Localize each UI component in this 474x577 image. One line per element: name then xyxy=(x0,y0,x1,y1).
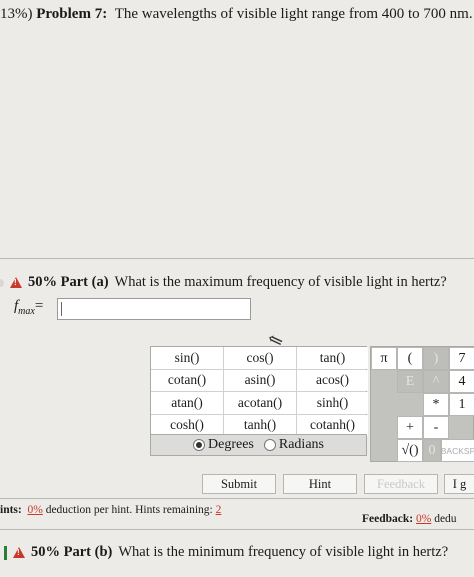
atan-button[interactable]: atan() xyxy=(151,392,223,414)
feedback-button[interactable]: Feedback xyxy=(364,474,438,494)
minus-key[interactable]: - xyxy=(423,416,449,439)
acos-button[interactable]: acos() xyxy=(297,369,368,391)
problem-title: 13%) Problem 7: The wavelengths of visib… xyxy=(0,6,473,23)
divider xyxy=(0,258,474,259)
problem-weight: 13%) xyxy=(0,6,33,22)
hints-text: deduction per hint. Hints remaining: xyxy=(45,504,213,516)
part-b-question: What is the minimum frequency of visible… xyxy=(118,544,449,560)
feedback-deduction-percent: 0% xyxy=(415,513,432,525)
e-key[interactable]: E xyxy=(397,370,423,393)
problem-statement: The wavelengths of visible light range f… xyxy=(114,6,473,22)
sinh-button[interactable]: sinh() xyxy=(297,392,368,414)
hint-button[interactable]: Hint xyxy=(283,474,357,494)
part-a-bullet xyxy=(0,278,4,287)
feedback-label: Feedback: xyxy=(362,513,414,525)
part-b-header[interactable]: 50% Part (b) What is the minimum frequen… xyxy=(0,544,448,561)
sin-button[interactable]: sin() xyxy=(151,347,223,369)
radians-radio[interactable] xyxy=(263,438,276,451)
part-a-label: 50% Part (a) xyxy=(28,274,109,290)
plus-key[interactable]: + xyxy=(397,416,423,439)
radians-option[interactable]: Radians xyxy=(263,437,324,453)
four-key[interactable]: 4 xyxy=(449,370,474,393)
part-a-header: 50% Part (a) What is the maximum frequen… xyxy=(0,274,447,291)
divider xyxy=(0,529,474,530)
hints-prefix: ints: xyxy=(0,504,22,516)
submit-button[interactable]: Submit xyxy=(202,474,276,494)
multiply-key[interactable]: * xyxy=(423,393,449,416)
tanh-button[interactable]: tanh() xyxy=(224,414,296,436)
variable-subscript: max xyxy=(18,306,35,317)
zero-key[interactable]: 0 xyxy=(423,439,441,462)
left-paren-key[interactable]: ( xyxy=(397,347,423,370)
part-b-label: 50% Part (b) xyxy=(31,544,113,560)
asin-button[interactable]: asin() xyxy=(224,369,296,391)
keypad: π ( ) 7 E ^ 4 * 1 + - √() 0 BACKSP xyxy=(370,346,474,462)
degrees-label: Degrees xyxy=(208,437,254,452)
tan-button[interactable]: tan() xyxy=(297,347,368,369)
answer-variable-label: fmax= xyxy=(14,298,43,317)
answer-input[interactable] xyxy=(57,298,251,320)
cotan-button[interactable]: cotan() xyxy=(151,369,223,391)
degrees-radio[interactable] xyxy=(193,438,205,451)
feedback-suffix: dedu xyxy=(434,513,457,525)
hint-deduction-percent: 0% xyxy=(27,504,43,516)
radians-label: Radians xyxy=(278,437,324,452)
feedback-info: Feedback: 0% dedu xyxy=(362,513,457,525)
warning-icon xyxy=(10,277,22,288)
backspace-key[interactable]: BACKSP xyxy=(441,439,474,462)
power-key[interactable]: ^ xyxy=(423,370,449,393)
equals-sign: = xyxy=(34,298,44,314)
degrees-option[interactable]: Degrees xyxy=(193,437,254,453)
sqrt-key[interactable]: √() xyxy=(397,439,423,462)
function-pad: sin() cos() tan() cotan() asin() acos() … xyxy=(150,346,368,437)
hints-info: ints: 0% deduction per hint. Hints remai… xyxy=(0,504,221,516)
angle-mode-selector: Degrees Radians xyxy=(150,434,367,456)
cotanh-button[interactable]: cotanh() xyxy=(297,414,368,436)
problem-number: Problem 7: xyxy=(36,6,108,22)
hints-remaining: 2 xyxy=(215,504,222,516)
warning-icon xyxy=(13,547,25,558)
pi-key[interactable]: π xyxy=(371,347,397,370)
part-b-marker xyxy=(4,545,7,560)
cos-button[interactable]: cos() xyxy=(224,347,296,369)
acotan-button[interactable]: acotan() xyxy=(224,392,296,414)
give-up-button[interactable]: I g xyxy=(444,474,474,494)
cosh-button[interactable]: cosh() xyxy=(151,414,223,436)
divider xyxy=(0,498,474,499)
one-key[interactable]: 1 xyxy=(449,393,474,416)
seven-key[interactable]: 7 xyxy=(449,347,474,370)
right-paren-key[interactable]: ) xyxy=(423,347,449,370)
part-a-question: What is the maximum frequency of visible… xyxy=(114,274,447,290)
